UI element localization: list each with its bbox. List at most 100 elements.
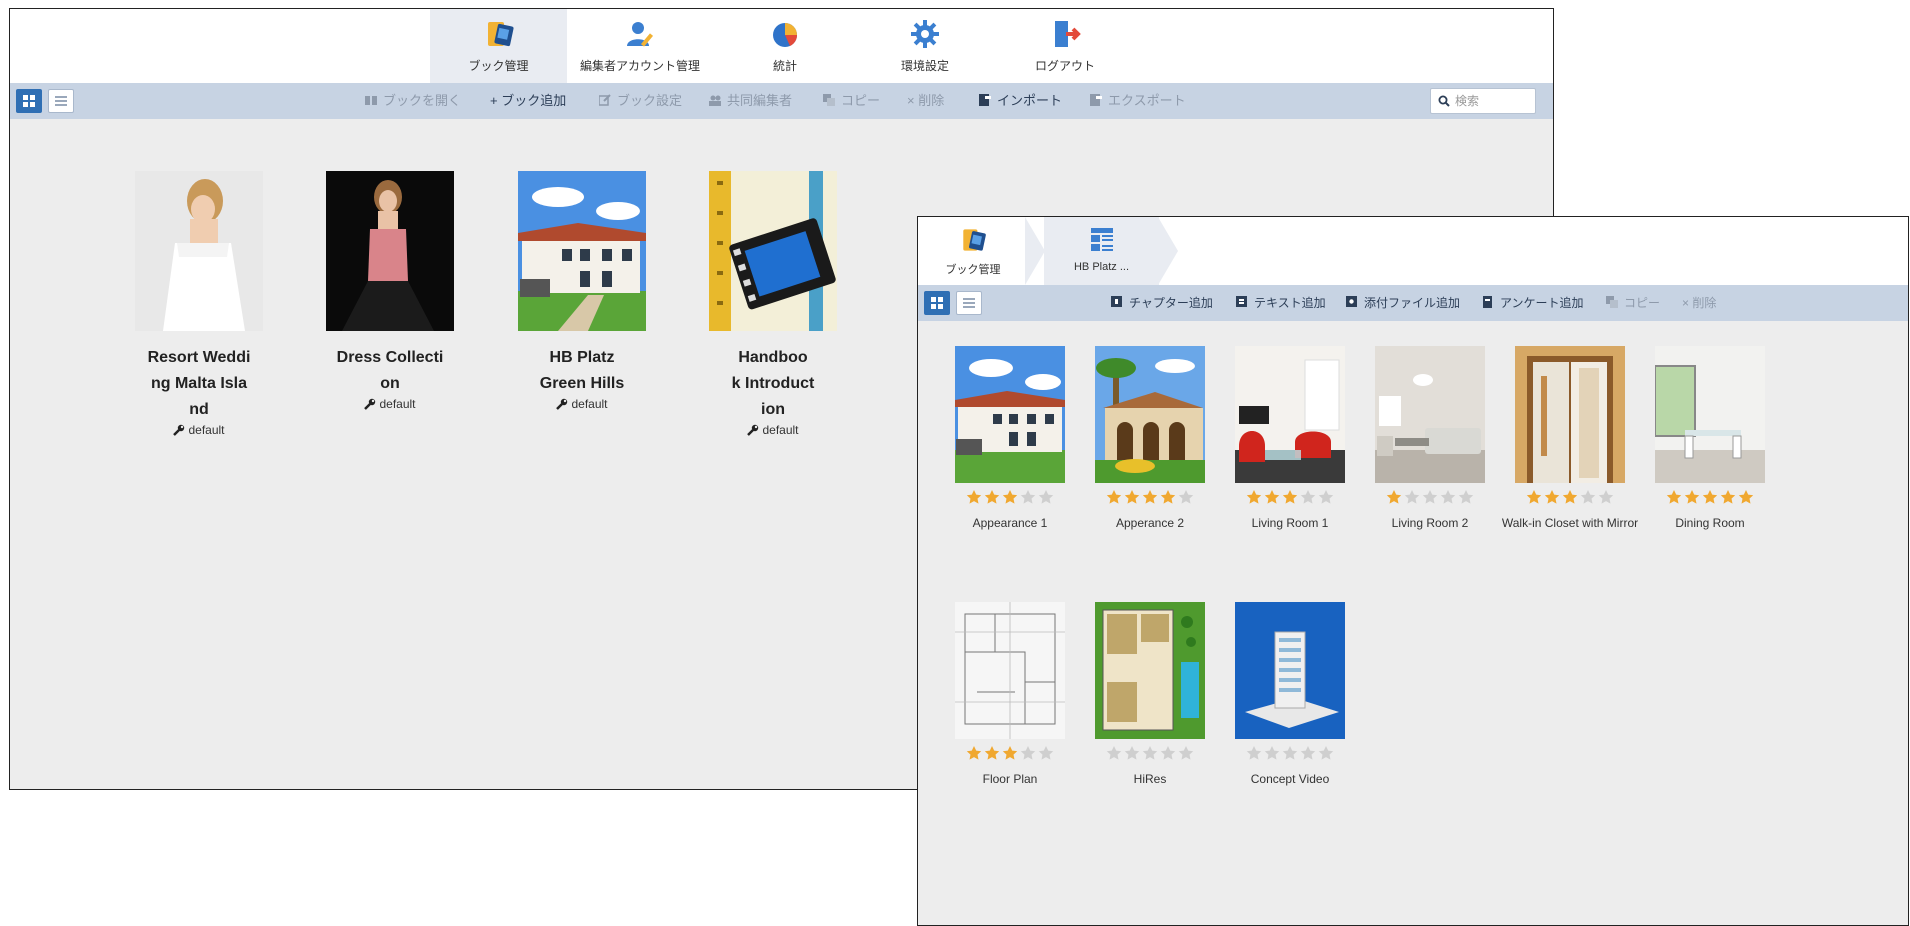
star-filled-icon[interactable] — [1720, 489, 1736, 505]
copy-button[interactable]: コピー — [1606, 285, 1660, 321]
star-filled-icon[interactable] — [966, 489, 982, 505]
search-icon — [1438, 95, 1450, 107]
book-owner: default — [109, 423, 289, 437]
star-filled-icon[interactable] — [984, 489, 1000, 505]
star-empty-icon[interactable] — [1178, 489, 1194, 505]
star-empty-icon[interactable] — [1300, 489, 1316, 505]
star-empty-icon[interactable] — [1246, 745, 1262, 761]
star-rating[interactable] — [1220, 745, 1360, 763]
star-empty-icon[interactable] — [1404, 489, 1420, 505]
star-rating[interactable] — [1640, 489, 1780, 507]
star-empty-icon[interactable] — [1440, 489, 1456, 505]
star-rating[interactable] — [1360, 489, 1500, 507]
book-item[interactable]: HB Platz Green Hills default — [492, 171, 672, 411]
star-empty-icon[interactable] — [1282, 745, 1298, 761]
gear-icon — [911, 20, 939, 48]
star-empty-icon[interactable] — [1160, 745, 1176, 761]
breadcrumb-current-book[interactable]: HB Platz ... — [1044, 217, 1159, 285]
star-filled-icon[interactable] — [1002, 745, 1018, 761]
star-rating[interactable] — [1080, 745, 1220, 763]
star-empty-icon[interactable] — [1580, 489, 1596, 505]
star-empty-icon[interactable] — [1422, 489, 1438, 505]
star-filled-icon[interactable] — [1684, 489, 1700, 505]
open-book-button[interactable]: ブックを開く — [365, 83, 461, 119]
star-empty-icon[interactable] — [1318, 489, 1334, 505]
star-rating[interactable] — [940, 745, 1080, 763]
add-attachment-button[interactable]: 添付ファイル追加 — [1346, 285, 1460, 321]
star-empty-icon[interactable] — [1106, 745, 1122, 761]
star-filled-icon[interactable] — [1106, 489, 1122, 505]
star-filled-icon[interactable] — [1544, 489, 1560, 505]
list-view-toggle[interactable] — [48, 89, 74, 113]
export-button[interactable]: エクスポート — [1090, 83, 1186, 119]
star-empty-icon[interactable] — [1142, 745, 1158, 761]
add-chapter-button[interactable]: チャプター追加 — [1111, 285, 1213, 321]
add-survey-button[interactable]: アンケート追加 — [1482, 285, 1584, 321]
nav-editor-accounts[interactable]: 編集者アカウント管理 — [570, 9, 710, 83]
star-empty-icon[interactable] — [1318, 745, 1334, 761]
star-rating[interactable] — [1080, 489, 1220, 507]
star-filled-icon[interactable] — [1142, 489, 1158, 505]
chapter-thumb-house — [955, 346, 1065, 483]
chapter-card[interactable]: Walk-in Closet with Mirror — [1500, 346, 1640, 532]
star-empty-icon[interactable] — [1020, 745, 1036, 761]
import-button[interactable]: インポート — [979, 83, 1062, 119]
star-empty-icon[interactable] — [1124, 745, 1140, 761]
star-rating[interactable] — [1500, 489, 1640, 507]
nav-statistics[interactable]: 統計 — [720, 9, 850, 83]
chapter-card[interactable]: Dining Room — [1640, 346, 1780, 532]
star-empty-icon[interactable] — [1458, 489, 1474, 505]
chapter-caption: Apperance 2 — [1115, 516, 1185, 530]
star-filled-icon[interactable] — [1386, 489, 1402, 505]
chapter-card[interactable]: HiRes — [1080, 602, 1220, 788]
nav-logout[interactable]: ログアウト — [1000, 9, 1130, 83]
star-filled-icon[interactable] — [1124, 489, 1140, 505]
grid-view-toggle[interactable] — [924, 291, 950, 315]
star-empty-icon[interactable] — [1178, 745, 1194, 761]
chapter-card[interactable]: Floor Plan — [940, 602, 1080, 788]
book-owner: default — [683, 423, 863, 437]
star-filled-icon[interactable] — [966, 745, 982, 761]
star-empty-icon[interactable] — [1598, 489, 1614, 505]
add-text-button[interactable]: テキスト追加 — [1236, 285, 1326, 321]
star-rating[interactable] — [940, 489, 1080, 507]
star-filled-icon[interactable] — [1002, 489, 1018, 505]
star-filled-icon[interactable] — [1526, 489, 1542, 505]
delete-button[interactable]: × 削除 — [1682, 285, 1716, 321]
delete-button[interactable]: × 削除 — [907, 83, 944, 119]
star-rating[interactable] — [1220, 489, 1360, 507]
grid-view-toggle[interactable] — [16, 89, 42, 113]
star-filled-icon[interactable] — [1160, 489, 1176, 505]
list-view-toggle[interactable] — [956, 291, 982, 315]
breadcrumb-book-management[interactable]: ブック管理 — [918, 217, 1028, 285]
star-filled-icon[interactable] — [1282, 489, 1298, 505]
chapter-card[interactable]: Appearance 1 — [940, 346, 1080, 532]
chapter-card[interactable]: Living Room 2 — [1360, 346, 1500, 532]
star-filled-icon[interactable] — [1562, 489, 1578, 505]
star-filled-icon[interactable] — [984, 745, 1000, 761]
book-item[interactable]: Handboo k Introduct ion default — [683, 171, 863, 437]
star-empty-icon[interactable] — [1300, 745, 1316, 761]
star-empty-icon[interactable] — [1020, 489, 1036, 505]
book-item[interactable]: Dress Collecti on default — [300, 171, 480, 411]
book-settings-button[interactable]: ブック設定 — [599, 83, 682, 119]
book-item[interactable]: Resort Weddi ng Malta Isla nd default — [109, 171, 289, 437]
search-input[interactable]: 検索 — [1430, 88, 1536, 114]
star-empty-icon[interactable] — [1038, 489, 1054, 505]
star-filled-icon[interactable] — [1264, 489, 1280, 505]
copy-button[interactable]: コピー — [823, 83, 880, 119]
star-filled-icon[interactable] — [1666, 489, 1682, 505]
nav-book-management[interactable]: ブック管理 — [430, 9, 567, 83]
star-empty-icon[interactable] — [1264, 745, 1280, 761]
chapter-card[interactable]: Living Room 1 — [1220, 346, 1360, 532]
star-empty-icon[interactable] — [1038, 745, 1054, 761]
export-icon — [1090, 94, 1102, 106]
chapter-card[interactable]: Apperance 2 — [1080, 346, 1220, 532]
star-filled-icon[interactable] — [1702, 489, 1718, 505]
co-editors-button[interactable]: 共同編集者 — [709, 83, 792, 119]
nav-settings[interactable]: 環境設定 — [860, 9, 990, 83]
add-book-button[interactable]: + ブック追加 — [490, 83, 566, 119]
chapter-card[interactable]: Concept Video — [1220, 602, 1360, 788]
star-filled-icon[interactable] — [1246, 489, 1262, 505]
star-filled-icon[interactable] — [1738, 489, 1754, 505]
